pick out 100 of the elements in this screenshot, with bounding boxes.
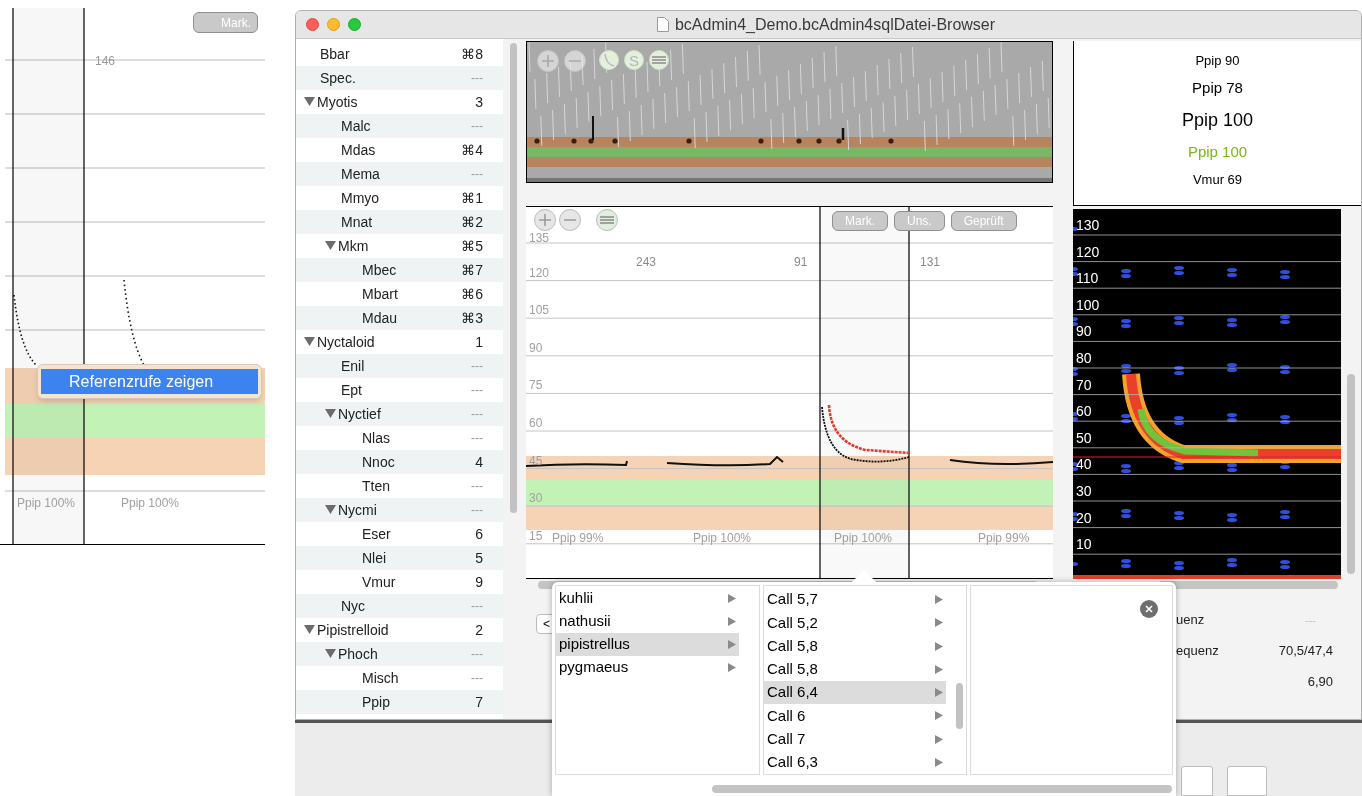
taxon-row[interactable]: Mema --- [296, 162, 503, 186]
taxon-label: Myotis [317, 92, 358, 112]
bands-button[interactable] [649, 50, 669, 70]
taxon-count: --- [471, 118, 483, 135]
taxon-row[interactable]: Enil --- [296, 354, 503, 378]
selection-line[interactable] [83, 7, 85, 544]
frequency-label: 80 [1076, 351, 1092, 365]
call-item[interactable]: Call 5,8 [764, 657, 947, 681]
taxon-label: Misch [362, 668, 399, 688]
call-item[interactable]: Call 5,7 [764, 588, 947, 612]
species-item[interactable]: kuhlii [556, 587, 740, 610]
call-number: 146 [95, 53, 116, 70]
zoom-in-button[interactable] [537, 50, 559, 72]
submenu-arrow-icon [935, 734, 944, 744]
zoom-in-button[interactable] [534, 209, 556, 231]
taxon-count: ⌘7 [461, 260, 483, 280]
blank-button[interactable] [1227, 766, 1267, 796]
taxon-row[interactable]: Mdau ⌘3 [296, 306, 503, 330]
taxon-count: --- [471, 670, 483, 687]
taxon-row[interactable]: Nnoc 4 [296, 450, 503, 474]
call-number: 243 [636, 254, 657, 271]
taxon-count: --- [471, 646, 483, 663]
call-item[interactable]: Call 5,8 [764, 634, 947, 658]
taxon-label: Ppip [362, 692, 391, 712]
taxon-count: --- [471, 382, 483, 399]
disclosure-triangle-icon[interactable] [325, 241, 336, 251]
scrollbar-thumb[interactable] [509, 43, 517, 513]
close-button[interactable] [1140, 600, 1158, 618]
disclosure-triangle-icon[interactable] [304, 337, 315, 347]
frequency-label: 60 [529, 417, 543, 429]
taxon-count: ⌘6 [461, 284, 483, 304]
frequency-label: 75 [529, 379, 543, 392]
taxon-label: Vmur [362, 572, 396, 592]
document-icon [656, 17, 669, 32]
close-window-button[interactable] [306, 18, 319, 31]
call-item[interactable]: Call 6,3 [764, 750, 947, 774]
taxon-count: ⌘5 [461, 236, 483, 256]
zoom-out-button[interactable] [559, 209, 581, 231]
call-label: Ppip 99% [552, 530, 604, 547]
zoom-window-button[interactable] [348, 18, 361, 31]
taxon-count: --- [471, 430, 483, 447]
call-label: Ppip 100% [834, 530, 893, 547]
horizontal-scrollbar[interactable] [712, 785, 1172, 793]
species-item[interactable]: pipistrellus [556, 633, 740, 656]
frequency-label: 110 [1076, 271, 1099, 286]
taxon-row[interactable]: Nlei 5 [296, 546, 503, 570]
call-label: Ppip 100% [121, 495, 180, 512]
call-item[interactable]: Call 5,2 [764, 611, 947, 635]
taxon-row[interactable]: Nyc --- [296, 594, 503, 618]
frequency-label: 60 [1076, 404, 1092, 419]
taxon-row[interactable]: Malc --- [296, 114, 503, 138]
taxon-row[interactable]: Spec. --- [296, 66, 503, 90]
taxon-count: --- [471, 358, 483, 375]
taxon-count: --- [471, 502, 483, 519]
taxon-row[interactable]: Nyctief --- [296, 402, 503, 426]
zoom-out-button[interactable] [564, 50, 586, 72]
species-item[interactable]: pygmaeus [556, 656, 740, 679]
submenu-arrow-icon [728, 663, 737, 672]
call-item[interactable]: Call 7 [764, 727, 947, 751]
call-item[interactable]: Call 6 [764, 704, 947, 728]
menu-item[interactable]: Referenzrufe zeigen [41, 369, 258, 394]
taxon-row[interactable]: Mbec ⌘7 [296, 258, 503, 282]
taxon-row[interactable]: Phoch --- [296, 642, 503, 666]
taxon-count: --- [471, 166, 483, 183]
curve-button[interactable] [599, 50, 619, 70]
info-label: uenz [1176, 611, 1205, 630]
frequency-label: 120 [1076, 244, 1100, 259]
disclosure-triangle-icon[interactable] [304, 97, 315, 107]
submenu-arrow-icon [935, 757, 944, 767]
frequency-label: 15 [529, 529, 543, 542]
submenu-arrow-icon [728, 594, 737, 603]
minimize-window-button[interactable] [327, 18, 340, 31]
taxon-row[interactable]: Ppip 7 [296, 690, 503, 714]
frequency-label: 30 [1076, 484, 1092, 498]
disclosure-triangle-icon[interactable] [304, 625, 315, 635]
taxon-label: Mmyo [341, 188, 380, 208]
frequency-label: 20 [1076, 510, 1092, 525]
frequency-label: 70 [1076, 377, 1092, 392]
disclosure-triangle-icon[interactable] [325, 649, 336, 659]
bars-icon [600, 216, 614, 224]
taxon-row[interactable]: Mnat ⌘2 [296, 210, 503, 234]
call-item[interactable]: Call 6,4 [764, 681, 947, 705]
taxon-label: Enil [341, 356, 365, 376]
taxon-count: 6 [475, 524, 483, 544]
taxon-row[interactable]: Nycmi --- [296, 498, 503, 522]
scrollbar-thumb[interactable] [956, 683, 964, 729]
submenu-arrow-icon [935, 618, 944, 628]
selection-line[interactable] [908, 207, 910, 578]
bands-button[interactable] [596, 209, 618, 231]
blank-button[interactable] [1181, 766, 1213, 796]
species-score: Ppip 78 [1192, 78, 1243, 98]
scrollbar-thumb[interactable] [1347, 374, 1355, 574]
call-label: Ppip 100% [17, 495, 76, 512]
disclosure-triangle-icon[interactable] [325, 409, 336, 419]
disclosure-triangle-icon[interactable] [325, 505, 336, 515]
info-label: equenz [1176, 642, 1219, 661]
curve-icon [603, 53, 615, 67]
taxon-count: ⌘4 [461, 140, 483, 160]
plus-icon [541, 54, 555, 68]
call-label: Ppip 100% [693, 530, 752, 547]
